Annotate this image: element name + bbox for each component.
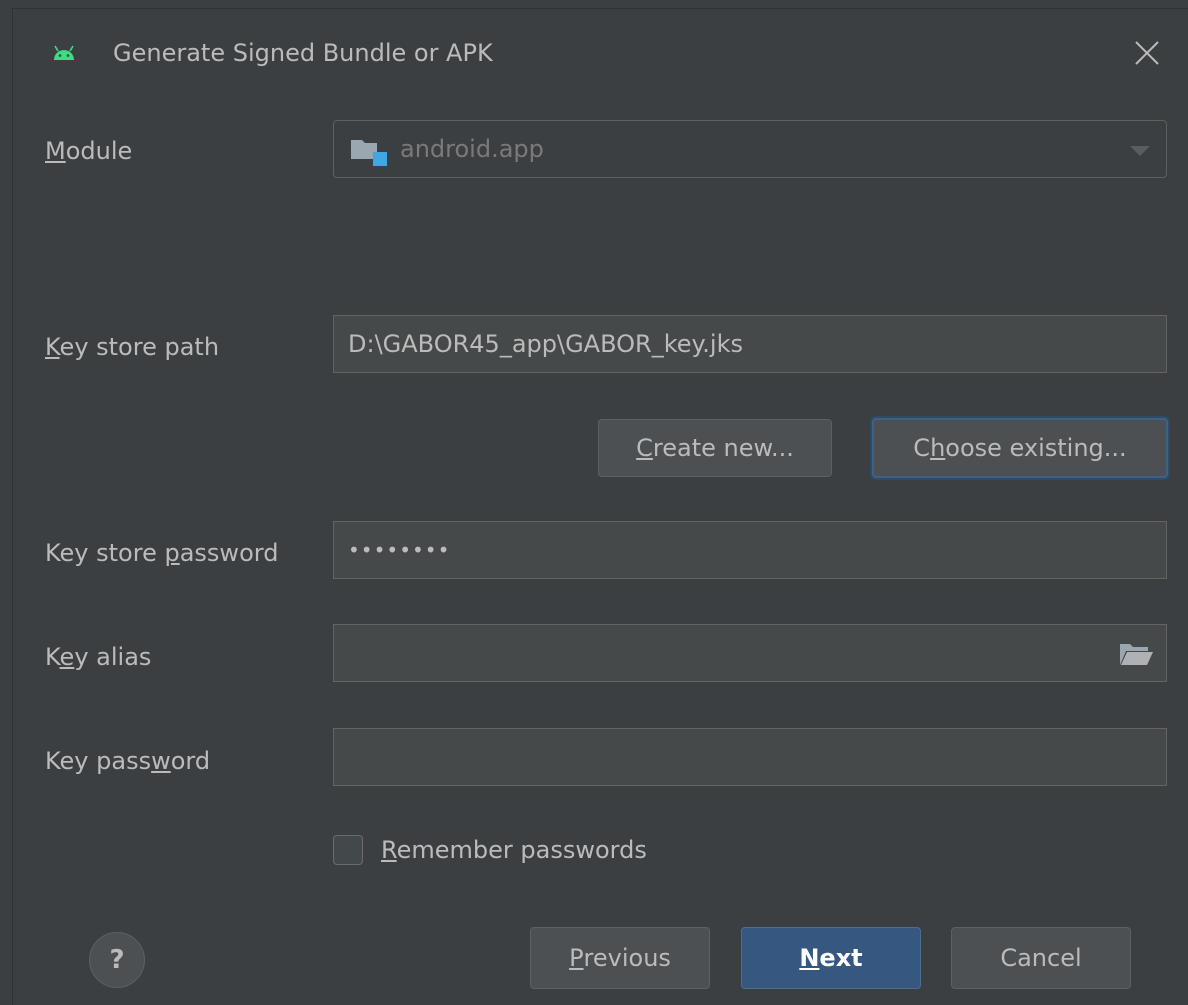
key-store-password-input[interactable]: ••••••••: [333, 521, 1167, 579]
key-alias-label: Key alias: [45, 643, 152, 671]
previous-button[interactable]: Previous: [530, 927, 710, 989]
key-store-path-input[interactable]: D:\GABOR45_app\GABOR_key.jks: [333, 315, 1167, 373]
module-value: android.app: [400, 135, 544, 163]
key-password-input[interactable]: [333, 728, 1167, 786]
key-store-path-label: Key store path: [45, 333, 220, 361]
module-dropdown[interactable]: android.app: [333, 120, 1167, 178]
remember-passwords-label[interactable]: Remember passwords: [381, 836, 647, 864]
android-icon: [54, 45, 74, 60]
create-new-button[interactable]: Create new...: [598, 419, 832, 477]
folder-open-icon[interactable]: [1118, 641, 1154, 667]
close-button[interactable]: [1129, 35, 1165, 71]
choose-existing-button[interactable]: Ch oose existing...: [872, 418, 1168, 478]
generate-signed-bundle-dialog: Generate Signed Bundle or APK Module and…: [12, 8, 1188, 1005]
key-password-label: Key password: [45, 747, 211, 775]
key-store-password-label: Key store password: [45, 539, 279, 567]
close-icon: [1135, 41, 1159, 65]
help-button[interactable]: ?: [89, 932, 145, 988]
next-button[interactable]: Next: [741, 927, 921, 989]
remember-passwords-row[interactable]: Remember passwords: [333, 833, 647, 867]
remember-passwords-checkbox[interactable]: [333, 835, 363, 865]
dialog-title: Generate Signed Bundle or APK: [113, 39, 493, 67]
module-folder-icon: [351, 140, 387, 166]
cancel-button[interactable]: Cancel: [951, 927, 1131, 989]
title-bar: Generate Signed Bundle or APK: [13, 9, 1188, 99]
module-label: Module: [45, 137, 133, 165]
key-alias-input[interactable]: [333, 624, 1167, 682]
dropdown-arrow-icon[interactable]: [1130, 146, 1150, 156]
